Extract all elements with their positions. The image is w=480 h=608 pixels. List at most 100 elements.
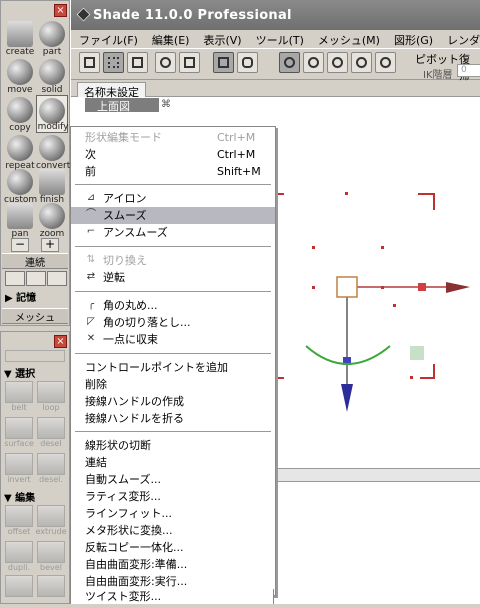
menu-item-chamfer[interactable]: ◸ 角の切り落とし... (71, 314, 275, 331)
menu-item-twist[interactable]: ツイスト変形... (70, 589, 274, 604)
surface-tool: surface (3, 416, 35, 450)
cube-view-button[interactable] (79, 52, 100, 73)
menu-item-lattice[interactable]: ラティス変形... (71, 488, 275, 505)
create-tool[interactable]: create (4, 19, 36, 57)
menu-view[interactable]: 表示(V) (195, 30, 247, 47)
deselect-tool[interactable]: deseI (35, 416, 67, 450)
menu-separator (75, 246, 271, 247)
select-frame-button[interactable] (103, 52, 124, 73)
menu-item-line-fit[interactable]: ラインフィット... (71, 505, 275, 522)
menu-item-cut-line[interactable]: 線形状の切断 (71, 437, 275, 454)
part-tool[interactable]: part (36, 19, 68, 57)
menu-item-shortcut: Ctrl+M (217, 148, 256, 161)
menu-item-mirror-copy[interactable]: 反転コピー一体化... (71, 539, 275, 556)
menu-render[interactable]: レンダリング (439, 30, 480, 47)
convert-tool[interactable]: convert (36, 133, 70, 171)
select-rect-button[interactable] (5, 271, 25, 286)
finish-tool[interactable]: finish (36, 167, 68, 205)
modify-tool[interactable]: modify (36, 95, 68, 133)
layers-button[interactable] (127, 52, 148, 73)
menu-item-round-corner[interactable]: ╭ 角の丸め... (71, 297, 275, 314)
document-tab[interactable]: 名称未設定 (77, 82, 146, 99)
repeat-tool[interactable]: repeat (4, 133, 36, 171)
context-menu: 形状編集モード Ctrl+M 次 Ctrl+M 前 Shift+M ⊿ アイロン ⌒ スム… (70, 126, 276, 596)
menu-item-next[interactable]: 次 Ctrl+M (71, 146, 275, 163)
offset-label: offset (7, 527, 31, 536)
mesh-palette-close-button[interactable]: × (54, 335, 67, 348)
select-lasso-button[interactable] (26, 271, 46, 286)
center-handle[interactable] (336, 276, 358, 298)
menu-edit[interactable]: 編集(E) (144, 30, 196, 47)
mesh-button[interactable]: メッシュ (2, 308, 68, 324)
menu-item-label: 次 (85, 148, 96, 161)
view-title[interactable]: 上面図 (85, 98, 159, 113)
copy-tool[interactable]: copy (4, 95, 36, 133)
menu-item-convert-meta[interactable]: メタ形状に変換... (71, 522, 275, 539)
magnifier-icon (37, 417, 65, 439)
duplicate-tool: dupli. (3, 540, 35, 574)
chamfer-icon: ◸ (87, 316, 95, 327)
axis-joint-button[interactable] (375, 52, 396, 73)
bevel-icon (37, 541, 65, 563)
finish-icon (39, 169, 65, 195)
view-menu-icon[interactable]: ⌘ (161, 99, 171, 110)
menu-figure[interactable]: 図形(G) (386, 30, 439, 47)
menu-item-ffd-prepare[interactable]: 自由曲面変形:準備... (71, 556, 275, 573)
edit-section-header[interactable]: ▼ 編集 (4, 489, 35, 504)
grid-button[interactable] (179, 52, 200, 73)
zoom-tool[interactable]: zoom (36, 201, 68, 239)
menu-item-delete[interactable]: 削除 (71, 376, 275, 393)
menu-item-reverse[interactable]: ⇄ 逆転 (71, 269, 275, 286)
solid-tool[interactable]: solid (36, 57, 68, 95)
deselect-label: deseI (40, 439, 62, 448)
menu-file[interactable]: ファイル(F) (71, 30, 144, 47)
skeleton-button[interactable] (279, 52, 300, 73)
ik-value-field[interactable]: 0 (457, 64, 480, 77)
menu-item-converge[interactable]: ✕ 一点に収束 (71, 331, 275, 348)
copy-label: copy (9, 123, 31, 133)
object-mode-button[interactable] (213, 52, 234, 73)
menu-tool[interactable]: ツール(T) (248, 30, 310, 47)
menu-item-connect[interactable]: 連結 (71, 454, 275, 471)
mesh-mode-buttons[interactable] (5, 350, 65, 362)
object-icon (218, 57, 229, 68)
menu-mesh[interactable]: メッシュ(M) (310, 30, 386, 47)
extrude-tool: extrude (35, 504, 67, 538)
pivot-button[interactable]: ピボット (415, 51, 459, 67)
menu-item-fold-tangent-handle[interactable]: 接線ハンドルを折る (71, 410, 275, 427)
memory-toggle[interactable]: ▶ 記憶 (5, 289, 36, 304)
menu-item-ffd-execute[interactable]: 自由曲面変形:実行... (71, 573, 275, 590)
dotted-square-icon (108, 57, 119, 68)
ik-label: IK階層 (423, 70, 453, 81)
convert-icon (39, 135, 65, 161)
menu-item-prev[interactable]: 前 Shift+M (71, 163, 275, 180)
select-path-button[interactable] (47, 271, 67, 286)
joint-button[interactable] (303, 52, 324, 73)
hand-button[interactable] (237, 52, 258, 73)
menu-item-iron[interactable]: ⊿ アイロン (71, 190, 275, 207)
menu-item-switch: ⇅ 切り換え (71, 252, 275, 269)
menu-item-label: コントロールポイントを追加 (85, 361, 228, 374)
zoom-out-button[interactable]: − (11, 238, 29, 252)
continuous-button[interactable]: 連続 (2, 253, 68, 269)
custom-tool[interactable]: custom (4, 167, 37, 205)
menu-item-add-control-point[interactable]: コントロールポイントを追加 (71, 359, 275, 376)
menu-item-shortcut: Ctrl+M (217, 131, 256, 144)
menu-item-create-tangent-handle[interactable]: 接線ハンドルの作成 (71, 393, 275, 410)
palette-close-button[interactable]: × (54, 4, 67, 17)
menu-item-smooth[interactable]: ⌒ スムーズ (71, 207, 275, 224)
control-point (312, 246, 315, 249)
rotate-joint-button[interactable] (351, 52, 372, 73)
menu-item-auto-smooth[interactable]: 自動スムーズ... (71, 471, 275, 488)
pan-tool[interactable]: pan (4, 201, 36, 239)
menu-item-unsmooth[interactable]: ⌐ アンスムーズ (71, 224, 275, 241)
move-tool[interactable]: move (4, 57, 36, 95)
layers-icon (132, 57, 143, 68)
duplicate-icon (5, 541, 33, 563)
select-section-header[interactable]: ▼ 選択 (4, 365, 35, 380)
x-axis-handle[interactable] (418, 283, 426, 291)
zoom-in-button[interactable]: + (41, 238, 59, 252)
menu-item-label: 一点に収束 (103, 333, 158, 346)
asterisk-button[interactable] (155, 52, 176, 73)
bone-button[interactable] (327, 52, 348, 73)
